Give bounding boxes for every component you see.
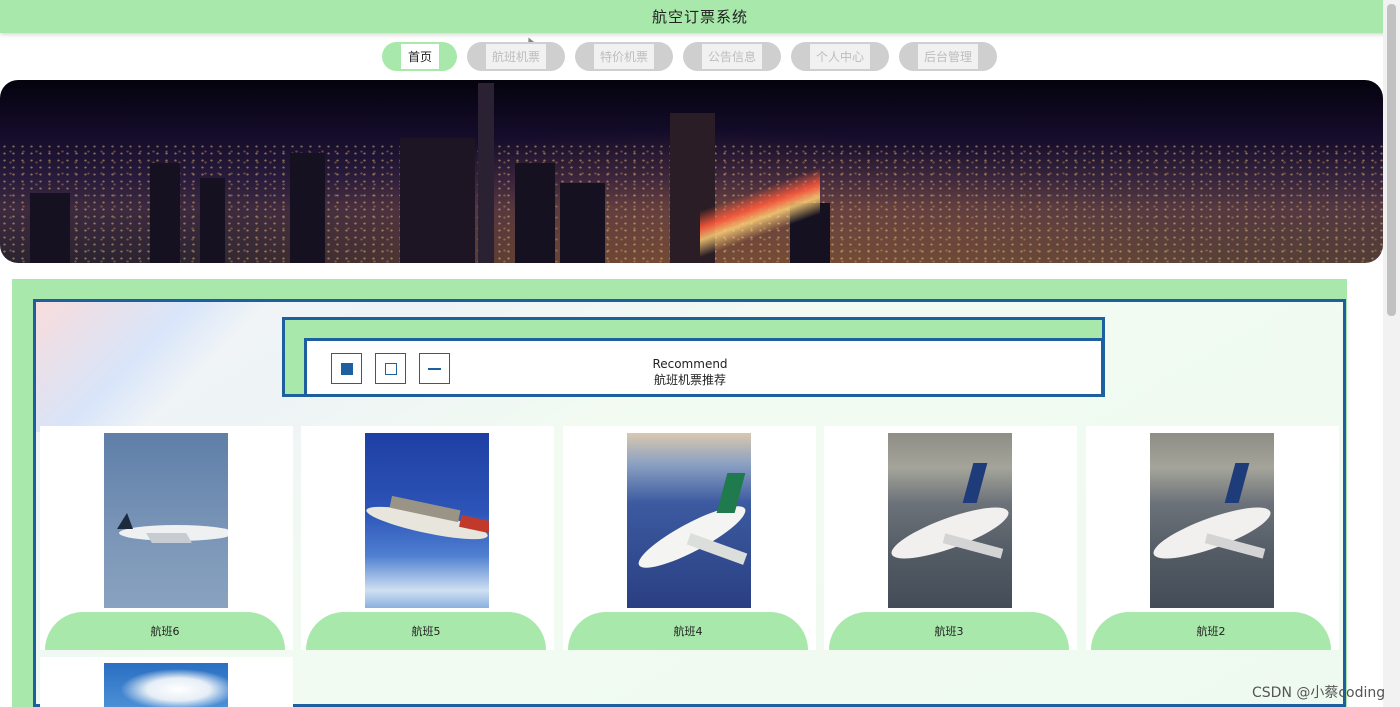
flight-name: 航班5	[306, 612, 546, 650]
title-bar: 航空订票系统	[0, 0, 1400, 33]
nav-item-label: 公告信息	[702, 44, 762, 69]
filled-square-icon	[331, 353, 362, 384]
flight-image	[1150, 433, 1274, 608]
nav-item-flights[interactable]: 航班机票	[467, 42, 565, 71]
flight-name: 航班6	[45, 612, 285, 650]
section-title: Recommend 航班机票推荐	[640, 356, 740, 388]
minus-icon	[419, 353, 450, 384]
flight-card[interactable]: 航班6	[40, 426, 293, 650]
nav-item-profile[interactable]: 个人中心	[791, 42, 889, 71]
flight-image	[104, 663, 228, 707]
flight-card[interactable]: 航班5	[301, 426, 554, 650]
section-title-zh: 航班机票推荐	[653, 373, 726, 387]
main-nav: 首页 航班机票 特价机票 公告信息 个人中心 后台管理	[382, 42, 997, 71]
nav-item-label: 航班机票	[486, 44, 546, 69]
flight-image	[627, 433, 751, 608]
nav-item-admin[interactable]: 后台管理	[899, 42, 997, 71]
nav-item-label: 特价机票	[594, 44, 654, 69]
nav-item-label: 个人中心	[810, 44, 870, 69]
scrollbar-thumb[interactable]	[1387, 4, 1396, 316]
nav-item-special-tickets[interactable]: 特价机票	[575, 42, 673, 71]
outline-square-icon	[375, 353, 406, 384]
page: 航空订票系统 首页 航班机票 特价机票 公告信息 个人中心 后台管理 Recom…	[0, 0, 1400, 707]
flight-name: 航班4	[568, 612, 808, 650]
flight-image	[365, 433, 489, 608]
flight-card[interactable]	[40, 657, 293, 707]
page-scrollbar[interactable]	[1383, 0, 1400, 707]
app-title: 航空订票系统	[651, 8, 748, 26]
section-title-en: Recommend	[652, 357, 728, 371]
flight-image	[104, 433, 228, 608]
flight-card[interactable]: 航班3	[824, 426, 1077, 650]
nav-item-label: 后台管理	[918, 44, 978, 69]
hero-banner-image	[0, 80, 1383, 263]
nav-item-announcements[interactable]: 公告信息	[683, 42, 781, 71]
flight-name: 航班2	[1091, 612, 1331, 650]
nav-item-home[interactable]: 首页	[382, 42, 457, 71]
flight-card[interactable]: 航班4	[563, 426, 816, 650]
flight-card[interactable]: 航班2	[1086, 426, 1339, 650]
nav-item-label: 首页	[401, 44, 439, 69]
flight-image	[888, 433, 1012, 608]
flight-name: 航班3	[829, 612, 1069, 650]
watermark: CSDN @小蔡coding	[1252, 685, 1386, 701]
